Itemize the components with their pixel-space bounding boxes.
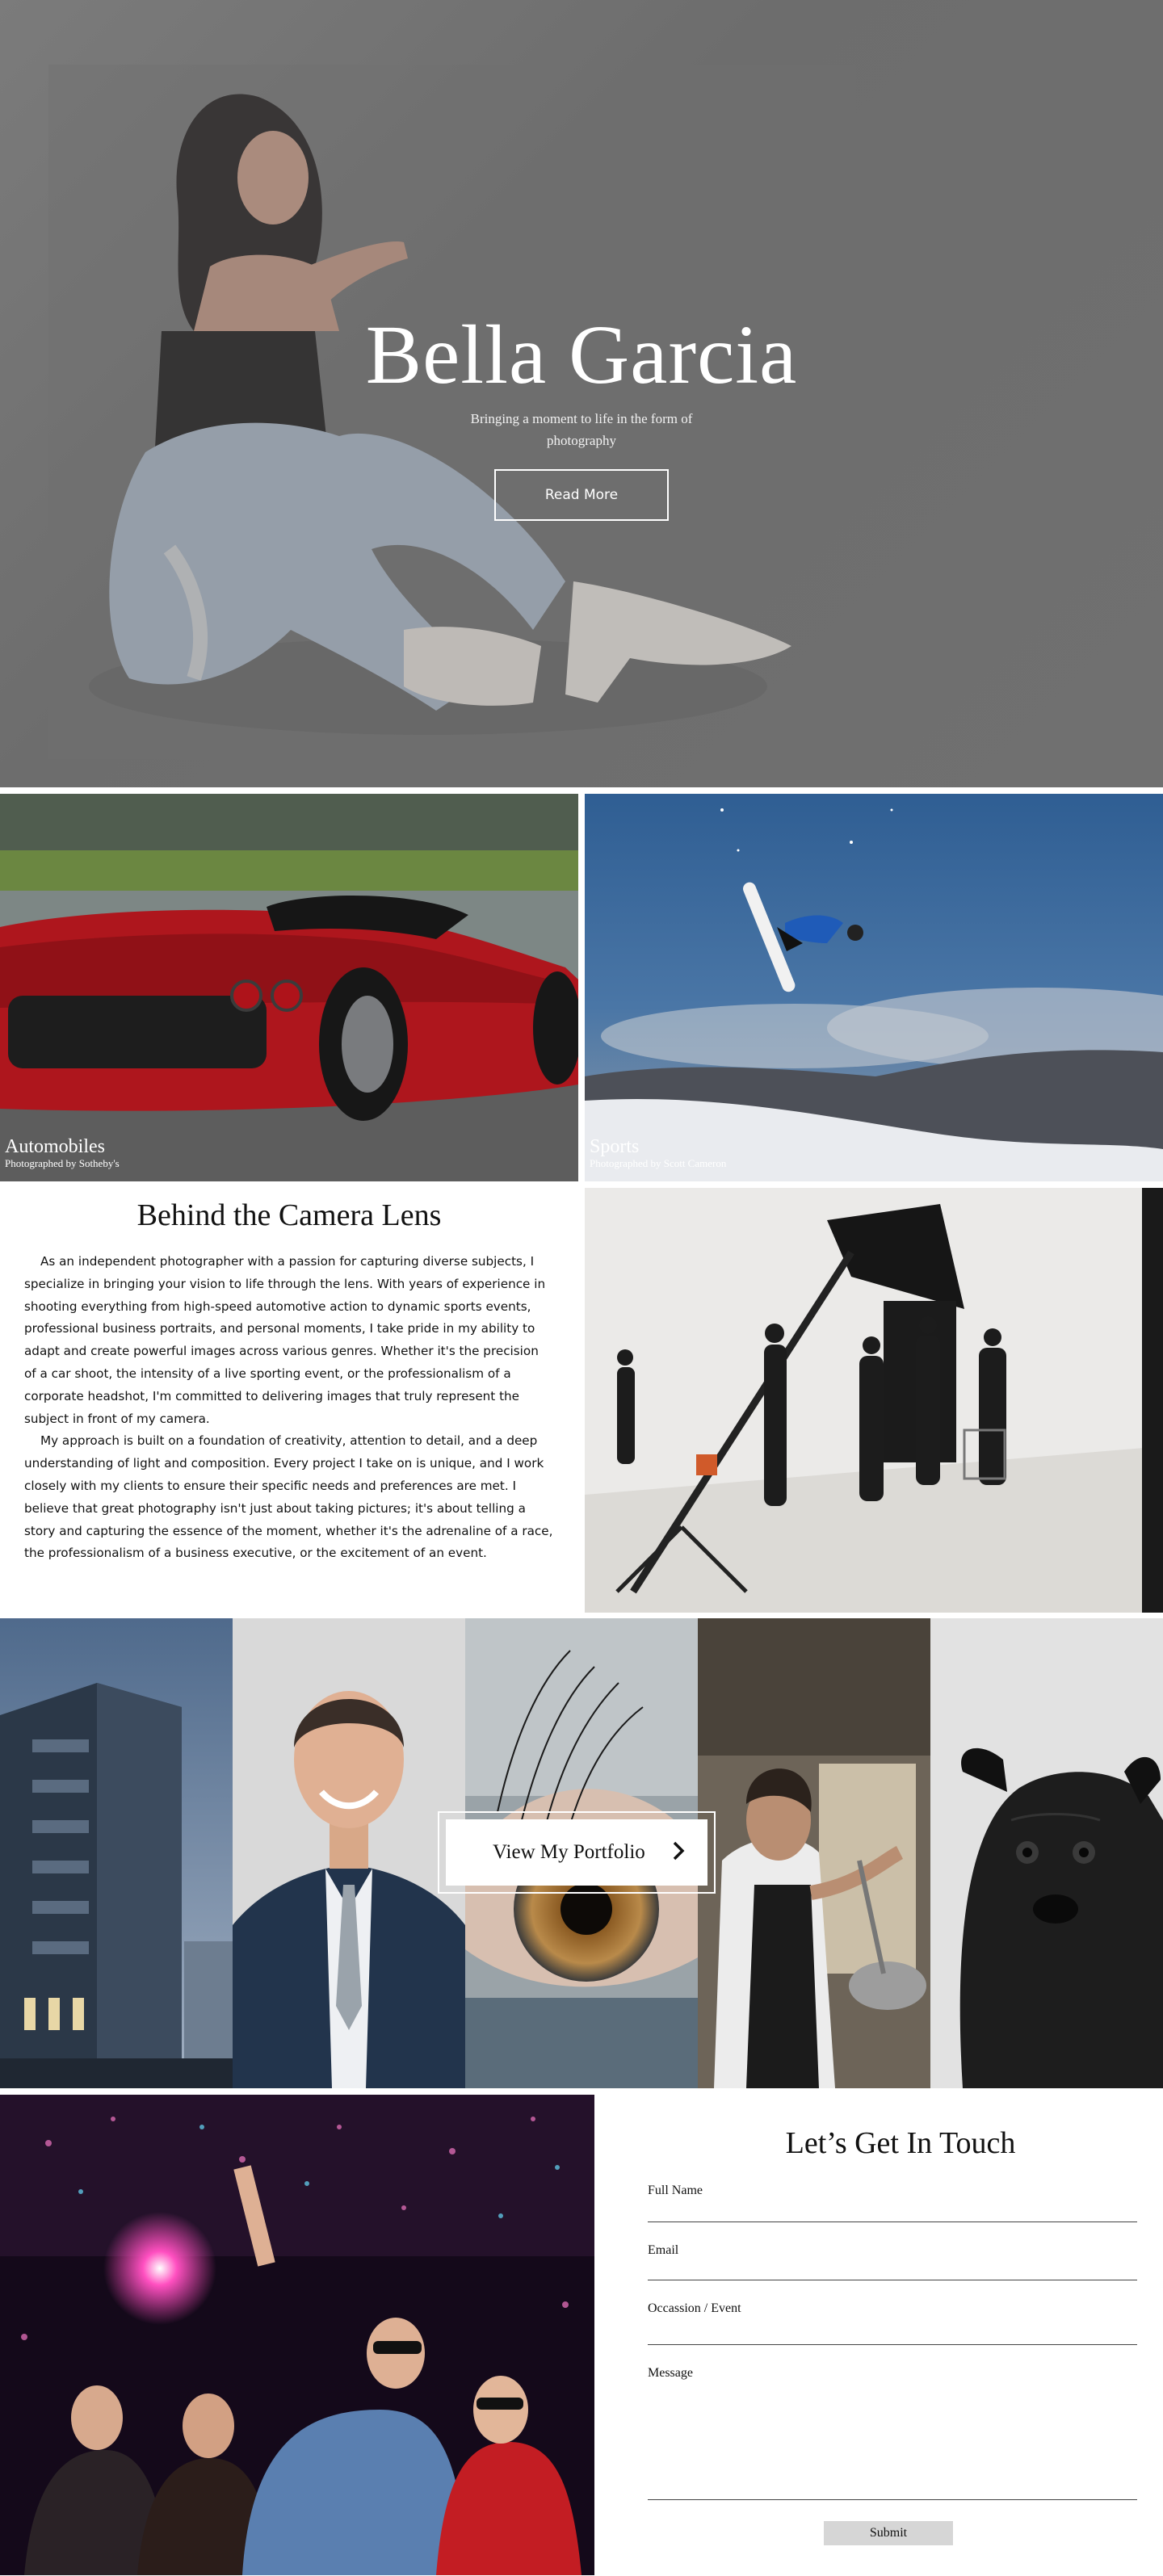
tile-caption: Sports Photographed by Scott Cameron <box>590 1136 726 1170</box>
tile-credit: Photographed by Scott Cameron <box>590 1157 727 1169</box>
hero-subtitle: Bringing a moment to life in the form of… <box>470 411 693 448</box>
message-field: Message <box>648 2366 1137 2500</box>
contact-form: Let’s Get In Touch Full Name Email Occas… <box>594 2095 1163 2575</box>
portfolio-button-frame: View My Portfolio <box>438 1811 716 1894</box>
studio-photo <box>585 1188 1163 1613</box>
portfolio-thumb-portrait <box>233 1618 465 2088</box>
about-paragraph: My approach is built on a foundation of … <box>24 1433 553 1561</box>
full-name-label: Full Name <box>648 2184 703 2197</box>
party-photo <box>0 2095 594 2575</box>
tile-title: Sports <box>590 1135 640 1157</box>
occasion-field: Occassion / Event <box>648 2301 1137 2345</box>
category-tiles: Automobiles Photographed by Sotheby's Sp… <box>0 794 1163 1181</box>
about-section: Behind the Camera Lens As an independent… <box>0 1188 1163 1613</box>
submit-button[interactable]: Submit <box>824 2521 953 2545</box>
full-name-input[interactable] <box>648 2198 1137 2222</box>
message-label: Message <box>648 2366 693 2380</box>
hero-section: Bella Garcia Bringing a moment to life i… <box>0 0 1163 787</box>
about-text: Behind the Camera Lens As an independent… <box>0 1188 578 1613</box>
tile-sports[interactable]: Sports Photographed by Scott Cameron <box>585 794 1163 1181</box>
studio-scene <box>585 1188 1163 1613</box>
portfolio-thumb-pug <box>930 1618 1163 2088</box>
sports-photo <box>585 794 1163 1181</box>
view-portfolio-label: View My Portfolio <box>493 1841 645 1863</box>
about-paragraph: As an independent photographer with a pa… <box>24 1254 546 1426</box>
hero-title: Bella Garcia <box>365 308 798 401</box>
tile-caption: Automobiles Photographed by Sotheby's <box>5 1136 120 1170</box>
about-title: Behind the Camera Lens <box>136 1198 442 1232</box>
read-more-button[interactable]: Read More <box>494 468 669 521</box>
portfolio-strip: View My Portfolio <box>0 1618 1163 2088</box>
tile-title: Automobiles <box>5 1135 105 1157</box>
tile-automobiles[interactable]: Automobiles Photographed by Sotheby's <box>0 794 578 1181</box>
contact-section: Let’s Get In Touch Full Name Email Occas… <box>0 2095 1163 2575</box>
occasion-label: Occassion / Event <box>648 2301 741 2315</box>
full-name-field: Full Name <box>648 2184 1137 2222</box>
message-textarea[interactable] <box>648 2381 1137 2500</box>
tile-credit: Photographed by Sotheby's <box>5 1157 120 1169</box>
email-field: Email <box>648 2243 1137 2280</box>
occasion-input[interactable] <box>648 2316 1137 2345</box>
email-label: Email <box>648 2243 679 2257</box>
chevron-right-icon <box>672 1840 685 1865</box>
contact-title: Let’s Get In Touch <box>785 2126 1016 2160</box>
email-input[interactable] <box>648 2258 1137 2280</box>
portfolio-thumb-architecture <box>0 1618 233 2088</box>
portfolio-thumb-chef <box>698 1618 930 2088</box>
hero-text-block: Bella Garcia Bringing a moment to life i… <box>339 311 824 521</box>
automobile-photo <box>0 794 578 1181</box>
view-portfolio-button[interactable]: View My Portfolio <box>446 1819 707 1886</box>
